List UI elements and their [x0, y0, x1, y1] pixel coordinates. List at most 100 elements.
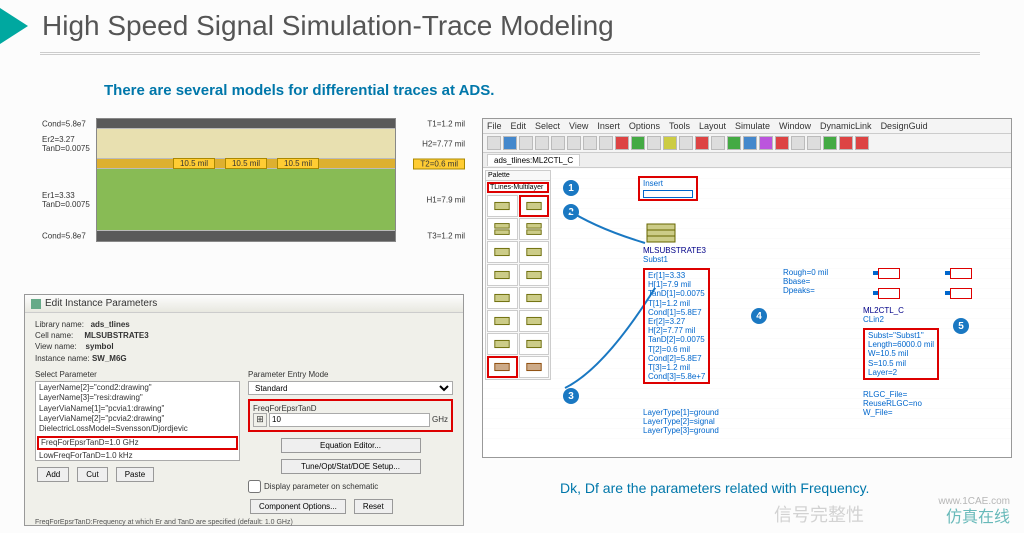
- toolbar-icon[interactable]: [711, 136, 725, 150]
- toolbar-icon[interactable]: [583, 136, 597, 150]
- schematic-canvas[interactable]: Palette TLines-Multilayer: [483, 168, 1011, 448]
- label: FreqForEpsrTanD: [253, 404, 448, 413]
- toolbar-icon[interactable]: [487, 136, 501, 150]
- port-symbol[interactable]: [873, 288, 899, 298]
- toolbar-icon[interactable]: [615, 136, 629, 150]
- menu-item[interactable]: Insert: [597, 121, 620, 131]
- palette-category-select[interactable]: TLines-Multilayer: [487, 182, 549, 193]
- watermark-brand: 仿真在线: [946, 503, 1010, 527]
- palette-item[interactable]: [487, 356, 518, 378]
- menu-item[interactable]: Simulate: [735, 121, 770, 131]
- palette-title: Palette: [486, 171, 550, 181]
- menu-item[interactable]: DynamicLink: [820, 121, 872, 131]
- palette-item[interactable]: [487, 333, 518, 355]
- freq-value-input[interactable]: [269, 413, 430, 427]
- toolbar-icon[interactable]: [663, 136, 677, 150]
- callout-badge-1: 1: [563, 180, 579, 196]
- slide-subtitle: There are several models for differentia…: [104, 82, 494, 99]
- label: T2=0.6 mil: [413, 158, 465, 169]
- label: Er1=3.33TanD=0.0075: [42, 191, 90, 209]
- reset-button[interactable]: Reset: [354, 499, 393, 514]
- port-symbol[interactable]: [873, 268, 899, 278]
- palette-item[interactable]: [519, 241, 550, 263]
- layer-type-params: LayerType[1]=ground LayerType[2]=signal …: [643, 408, 719, 436]
- paste-button[interactable]: Paste: [116, 467, 154, 482]
- menu-item[interactable]: Select: [535, 121, 560, 131]
- palette-item[interactable]: [519, 356, 550, 378]
- palette-item[interactable]: [487, 195, 518, 217]
- toolbar-icon[interactable]: [535, 136, 549, 150]
- toolbar-icon[interactable]: [679, 136, 693, 150]
- tab-row: ads_tlines:ML2CTL_C: [483, 153, 1011, 168]
- toolbar-icon[interactable]: [599, 136, 613, 150]
- conclusion-text: Dk, Df are the parameters related with F…: [560, 480, 869, 496]
- tune-setup-button[interactable]: Tune/Opt/Stat/DOE Setup...: [281, 459, 421, 474]
- trace: 10.5 mil: [173, 158, 215, 169]
- label: Select Parameter: [35, 370, 240, 379]
- palette-item[interactable]: [487, 287, 518, 309]
- slide-title: High Speed Signal Simulation-Trace Model…: [42, 10, 614, 42]
- toolbar-icon[interactable]: [727, 136, 741, 150]
- toolbar-icon[interactable]: [807, 136, 821, 150]
- tline-params: Subst="Subst1" Length=6000.0 mil W=10.5 …: [863, 328, 939, 380]
- palette-item[interactable]: [519, 310, 550, 332]
- component-options-button[interactable]: Component Options...: [250, 499, 346, 514]
- callout-badge-2: 2: [563, 204, 579, 220]
- palette-item[interactable]: [519, 287, 550, 309]
- toolbar-icon[interactable]: [567, 136, 581, 150]
- edit-instance-dialog: Edit Instance Parameters Library name: a…: [24, 294, 464, 526]
- palette-item[interactable]: [487, 264, 518, 286]
- menu-item[interactable]: Window: [779, 121, 811, 131]
- toolbar-icon[interactable]: [855, 136, 869, 150]
- toolbar-icon[interactable]: [551, 136, 565, 150]
- substrate-component[interactable]: [643, 220, 679, 248]
- toolbar-icon[interactable]: [743, 136, 757, 150]
- palette-item[interactable]: [519, 333, 550, 355]
- label: H2=7.77 mil: [422, 139, 465, 148]
- menu-item[interactable]: File: [487, 121, 502, 131]
- palette-item[interactable]: [487, 218, 518, 240]
- palette-item[interactable]: [519, 218, 550, 240]
- menu-item[interactable]: Tools: [669, 121, 690, 131]
- menu-item[interactable]: Layout: [699, 121, 726, 131]
- toolbar-icon[interactable]: [823, 136, 837, 150]
- toolbar-icon[interactable]: [791, 136, 805, 150]
- parameter-listbox[interactable]: LayerName[2]="cond2:drawing" LayerName[3…: [35, 381, 240, 461]
- dialog-title: Edit Instance Parameters: [45, 298, 157, 309]
- cut-button[interactable]: Cut: [77, 467, 107, 482]
- palette-item[interactable]: [487, 241, 518, 263]
- divider: [40, 54, 980, 55]
- label: H1=7.9 mil: [427, 195, 465, 204]
- palette-item[interactable]: [519, 264, 550, 286]
- add-button[interactable]: Add: [37, 467, 69, 482]
- tline-extra-params: RLGC_File= ReuseRLGC=no W_File=: [863, 390, 922, 418]
- instance-meta: Library name: ads_tlines Cell name: MLSU…: [35, 319, 453, 364]
- toolbar-icon[interactable]: [631, 136, 645, 150]
- menu-item[interactable]: Options: [629, 121, 660, 131]
- toolbar-icon[interactable]: [647, 136, 661, 150]
- schematic-tab[interactable]: ads_tlines:ML2CTL_C: [487, 154, 580, 166]
- toolbar-icon[interactable]: [775, 136, 789, 150]
- display-param-checkbox[interactable]: [248, 480, 261, 493]
- menu-item[interactable]: View: [569, 121, 588, 131]
- callout-badge-5: 5: [953, 318, 969, 334]
- toolbar-icon[interactable]: [695, 136, 709, 150]
- toolbar-icon[interactable]: [759, 136, 773, 150]
- entry-mode-select[interactable]: Standard: [248, 381, 453, 395]
- toolbar[interactable]: [483, 134, 1011, 153]
- toolbar-icon[interactable]: [839, 136, 853, 150]
- menubar[interactable]: File Edit Select View Insert Options Too…: [483, 119, 1011, 134]
- menu-item[interactable]: DesignGuid: [881, 121, 928, 131]
- port-symbol[interactable]: [945, 268, 971, 278]
- tline-title: ML2CTL_C CLin2: [863, 306, 904, 324]
- toolbar-icon[interactable]: [519, 136, 533, 150]
- label: Cond=5.8e7: [42, 119, 86, 128]
- menu-item[interactable]: Edit: [511, 121, 527, 131]
- divider: [40, 52, 980, 53]
- toolbar-icon[interactable]: [503, 136, 517, 150]
- dialog-titlebar: Edit Instance Parameters: [25, 295, 463, 313]
- port-symbol[interactable]: [945, 288, 971, 298]
- palette-item[interactable]: [519, 195, 550, 217]
- palette-item[interactable]: [487, 310, 518, 332]
- equation-editor-button[interactable]: Equation Editor...: [281, 438, 421, 453]
